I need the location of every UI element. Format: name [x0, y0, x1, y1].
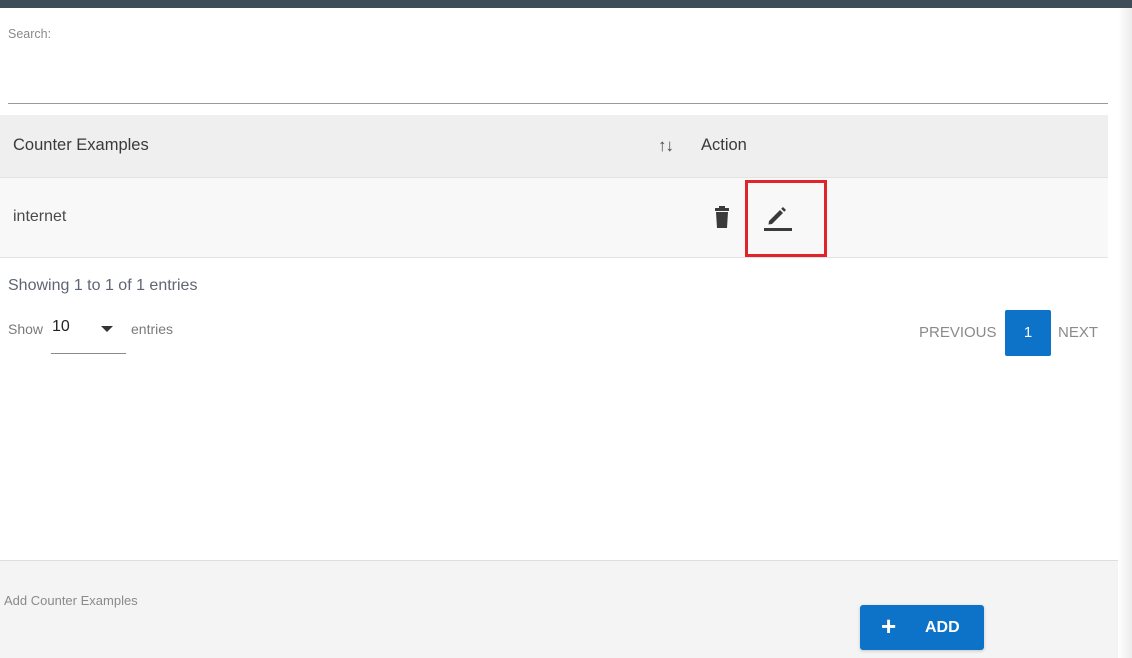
sort-icon[interactable]: ↑↓ — [658, 136, 674, 156]
table-header: Counter Examples ↑↓ Action — [0, 115, 1108, 178]
show-label: Show — [8, 321, 44, 337]
page-size-value: 10 — [52, 318, 70, 335]
table-row: internet — [0, 178, 1108, 258]
caret-down-icon — [101, 326, 113, 332]
page-1-button[interactable]: 1 — [1005, 310, 1051, 356]
pencil-icon[interactable] — [762, 202, 794, 234]
counter-examples-table: Counter Examples ↑↓ Action internet — [0, 115, 1108, 258]
add-button-label: ADD — [925, 619, 960, 636]
plus-icon: + — [881, 611, 897, 641]
column-header-action: Action — [701, 136, 747, 154]
next-button[interactable]: NEXT — [1058, 324, 1098, 341]
search-input[interactable] — [8, 46, 1108, 104]
add-footer: Add Counter Examples + ADD — [0, 560, 1118, 658]
column-header-counter-examples[interactable]: Counter Examples — [13, 136, 149, 155]
previous-button[interactable]: PREVIOUS — [919, 324, 997, 341]
entries-label: entries — [131, 321, 174, 337]
top-bar — [0, 0, 1132, 8]
search-label: Search: — [8, 27, 52, 41]
add-counter-examples-label: Add Counter Examples — [4, 593, 138, 608]
trash-icon[interactable] — [714, 206, 730, 228]
add-button[interactable]: + ADD — [860, 605, 984, 650]
page-size-select[interactable]: 10 — [51, 316, 126, 354]
entries-info: Showing 1 to 1 of 1 entries — [8, 277, 198, 294]
counter-example-cell: internet — [13, 208, 67, 225]
scrollbar-shadow — [1118, 8, 1132, 658]
